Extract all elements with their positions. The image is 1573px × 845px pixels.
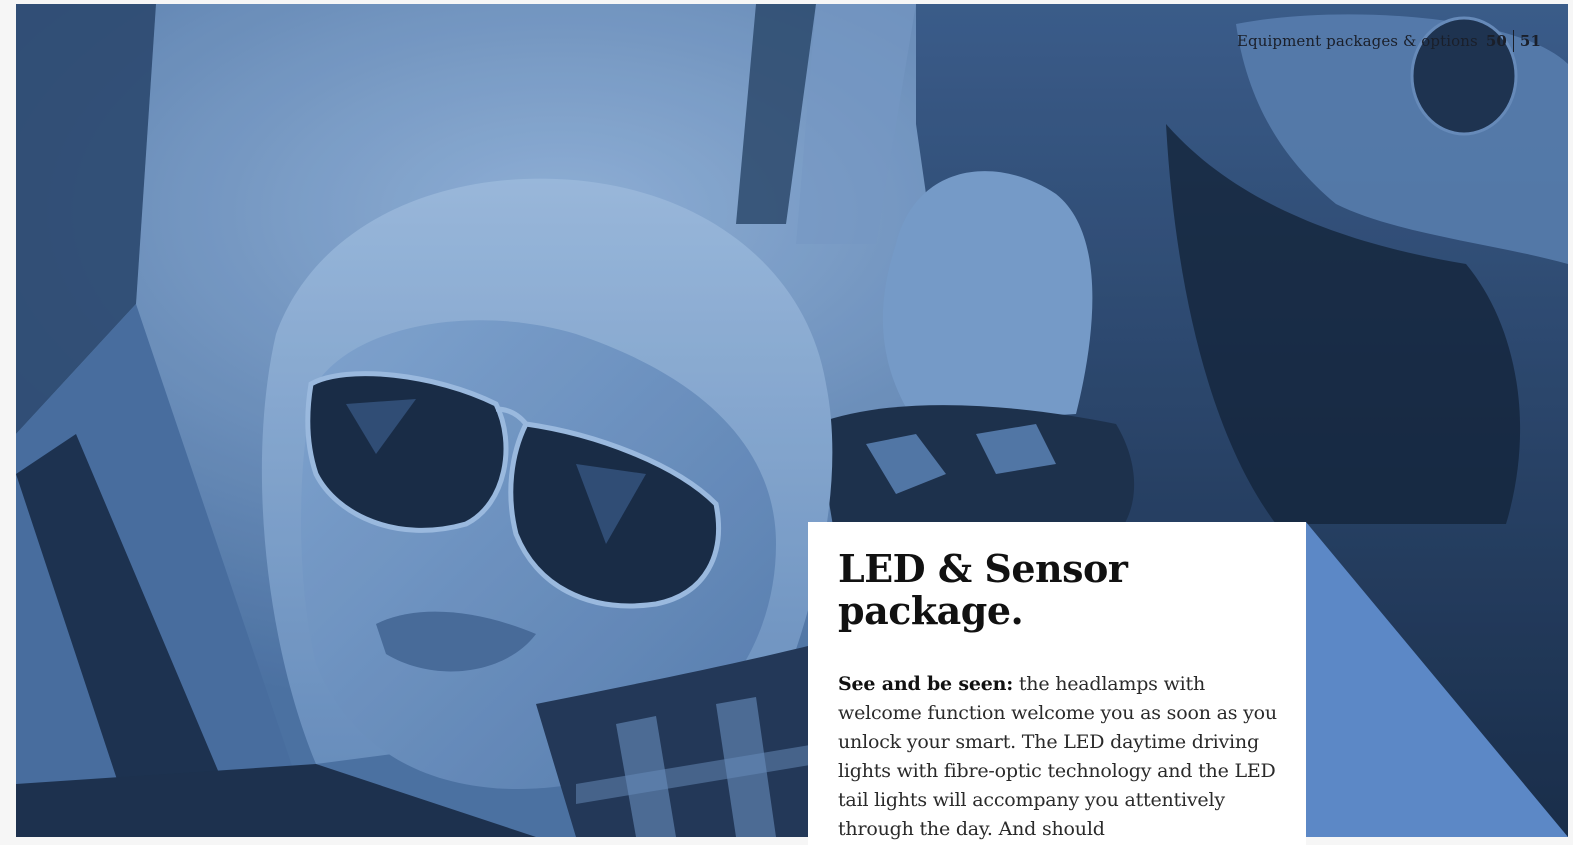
brochure-spread: Equipment packages & options 50 51 LED &… [0,0,1573,845]
section-label: Equipment packages & options [1236,32,1478,50]
hero-photo [16,4,1568,837]
page-number-divider [1512,30,1514,52]
article-body: See and be seen: the headlamps with welc… [838,670,1284,844]
article-card: LED & Sensor package. See and be seen: t… [808,522,1306,845]
article-text: the headlamps with welcome function welc… [838,673,1277,840]
page-number-right: 51 [1519,32,1541,50]
page-number-left: 50 [1485,32,1507,50]
article-lead: See and be seen: [838,673,1014,695]
page-header: Equipment packages & options 50 51 [1237,30,1541,52]
accent-triangle [1306,522,1568,837]
article-title: LED & Sensor package. [838,546,1128,633]
